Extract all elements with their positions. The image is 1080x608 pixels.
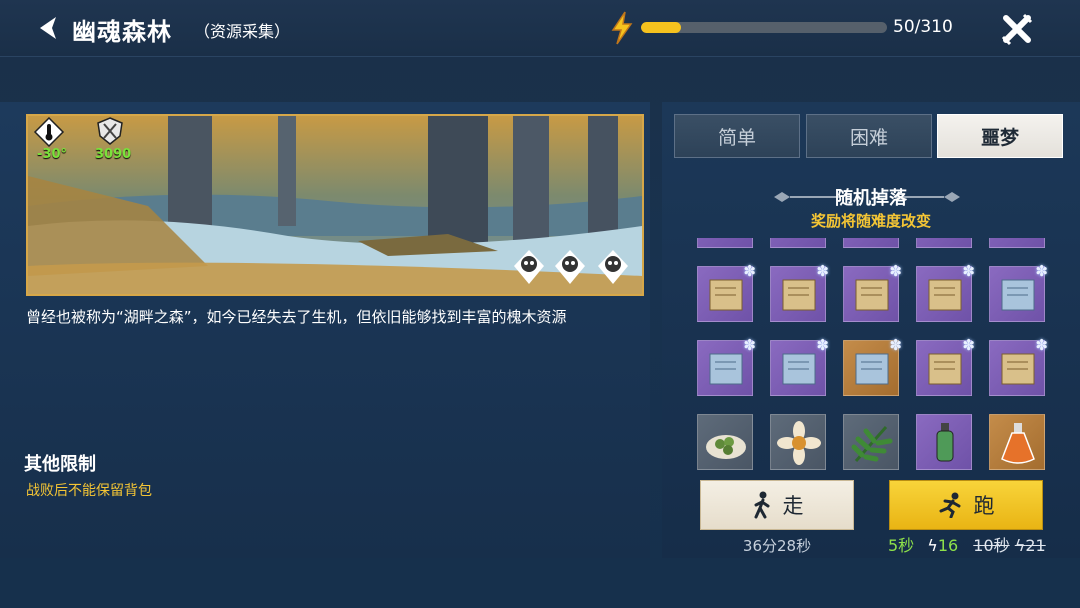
sparkle-icon: ✽ — [962, 336, 975, 354]
tab-easy[interactable]: 简单 — [674, 114, 800, 158]
close-icon[interactable] — [1000, 12, 1034, 46]
run-cost-info: 5秒 ϟ16 10秒 ϟ21 — [888, 532, 1046, 556]
page-title: 幽魂森林 — [72, 18, 172, 46]
drop-item[interactable] — [770, 238, 826, 248]
skull-icon — [555, 250, 585, 284]
drop-item-scroll[interactable]: ✽ — [916, 262, 975, 322]
drop-item-seeds[interactable] — [697, 414, 753, 470]
run-duration: 5秒 — [888, 536, 915, 555]
run-label: 跑 — [973, 494, 995, 518]
running-person-icon — [939, 492, 960, 518]
walking-person-icon — [754, 491, 769, 519]
drop-item-scroll[interactable]: ✽ — [697, 262, 756, 322]
limits-heading: 其他限制 — [24, 454, 96, 475]
drop-item-scroll[interactable]: ✽ — [989, 336, 1048, 396]
run-button[interactable]: 跑 — [889, 480, 1043, 530]
sparkle-icon: ✽ — [889, 336, 902, 354]
sparkle-icon: ✽ — [1035, 336, 1048, 354]
flower-icon — [777, 421, 821, 465]
power-value: 3090 — [95, 147, 132, 162]
drop-item[interactable] — [697, 238, 753, 248]
temperature-icon — [33, 117, 65, 147]
limits-text: 战败后不能保留背包 — [26, 483, 152, 499]
tab-nightmare[interactable]: 噩梦 — [937, 114, 1063, 158]
drop-item[interactable] — [989, 238, 1045, 248]
drop-items-grid[interactable]: ✽ ✽ ✽ ✽ ✽ ✽ ✽ ✽ ✽ ✽ — [697, 238, 1057, 470]
sparkle-icon: ✽ — [889, 262, 902, 280]
energy-bar — [641, 22, 887, 33]
sparkle-icon: ✽ — [743, 262, 756, 280]
energy-bolt-icon — [611, 11, 633, 45]
orange-potion-icon — [1001, 423, 1035, 464]
drop-item[interactable] — [843, 238, 899, 248]
temperature-value: -30° — [37, 147, 67, 162]
drop-item-herb[interactable] — [843, 414, 899, 470]
energy-small-icon: ϟ — [927, 536, 938, 555]
energy-counter: 50/310 — [893, 17, 953, 37]
location-description: 曾经也被称为“湖畔之森”，如今已经失去了生机，但依旧能够找到丰富的槐木资源 — [26, 308, 567, 326]
skull-icon — [514, 250, 544, 284]
tab-hard[interactable]: 困难 — [806, 114, 932, 158]
drop-item-potion-green[interactable] — [916, 414, 972, 470]
walk-label: 走 — [782, 494, 804, 518]
drop-item[interactable] — [916, 238, 972, 248]
run-old-duration: 10秒 — [973, 536, 1010, 555]
sparkle-icon: ✽ — [816, 336, 829, 354]
back-arrow-icon[interactable] — [34, 14, 60, 42]
sparkle-icon: ✽ — [1035, 262, 1048, 280]
energy-small-icon: ϟ — [1014, 536, 1026, 555]
drop-item-scroll[interactable]: ✽ — [843, 336, 902, 396]
drop-item-scroll[interactable]: ✽ — [770, 262, 829, 322]
drops-title: 随机掉落 — [835, 188, 907, 209]
sparkle-icon: ✽ — [816, 262, 829, 280]
drop-item-scroll[interactable]: ✽ — [770, 336, 829, 396]
run-energy-cost: 16 — [937, 536, 959, 555]
drop-item-flower[interactable] — [770, 414, 826, 470]
drop-item-potion-orange[interactable] — [989, 414, 1045, 470]
run-old-energy-cost: 21 — [1025, 536, 1046, 555]
skull-icon — [598, 250, 628, 284]
drops-subtitle: 奖励将随难度改变 — [810, 212, 931, 230]
drop-item-scroll[interactable]: ✽ — [916, 336, 975, 396]
drop-item-scroll[interactable]: ✽ — [697, 336, 756, 396]
seeds-icon — [706, 435, 746, 459]
energy-bar-fill — [641, 22, 681, 33]
page-subtitle: （资源采集） — [194, 22, 291, 41]
sparkle-icon: ✽ — [743, 336, 756, 354]
sparkle-icon: ✽ — [962, 262, 975, 280]
shield-icon — [97, 117, 123, 145]
drop-item-scroll[interactable]: ✽ — [843, 262, 902, 322]
herb-leaf-icon — [851, 426, 893, 462]
walk-button[interactable]: 走 — [700, 480, 854, 530]
green-potion-icon — [936, 423, 954, 462]
drop-item-scroll[interactable]: ✽ — [989, 262, 1048, 322]
walk-duration: 36分28秒 — [742, 537, 812, 555]
